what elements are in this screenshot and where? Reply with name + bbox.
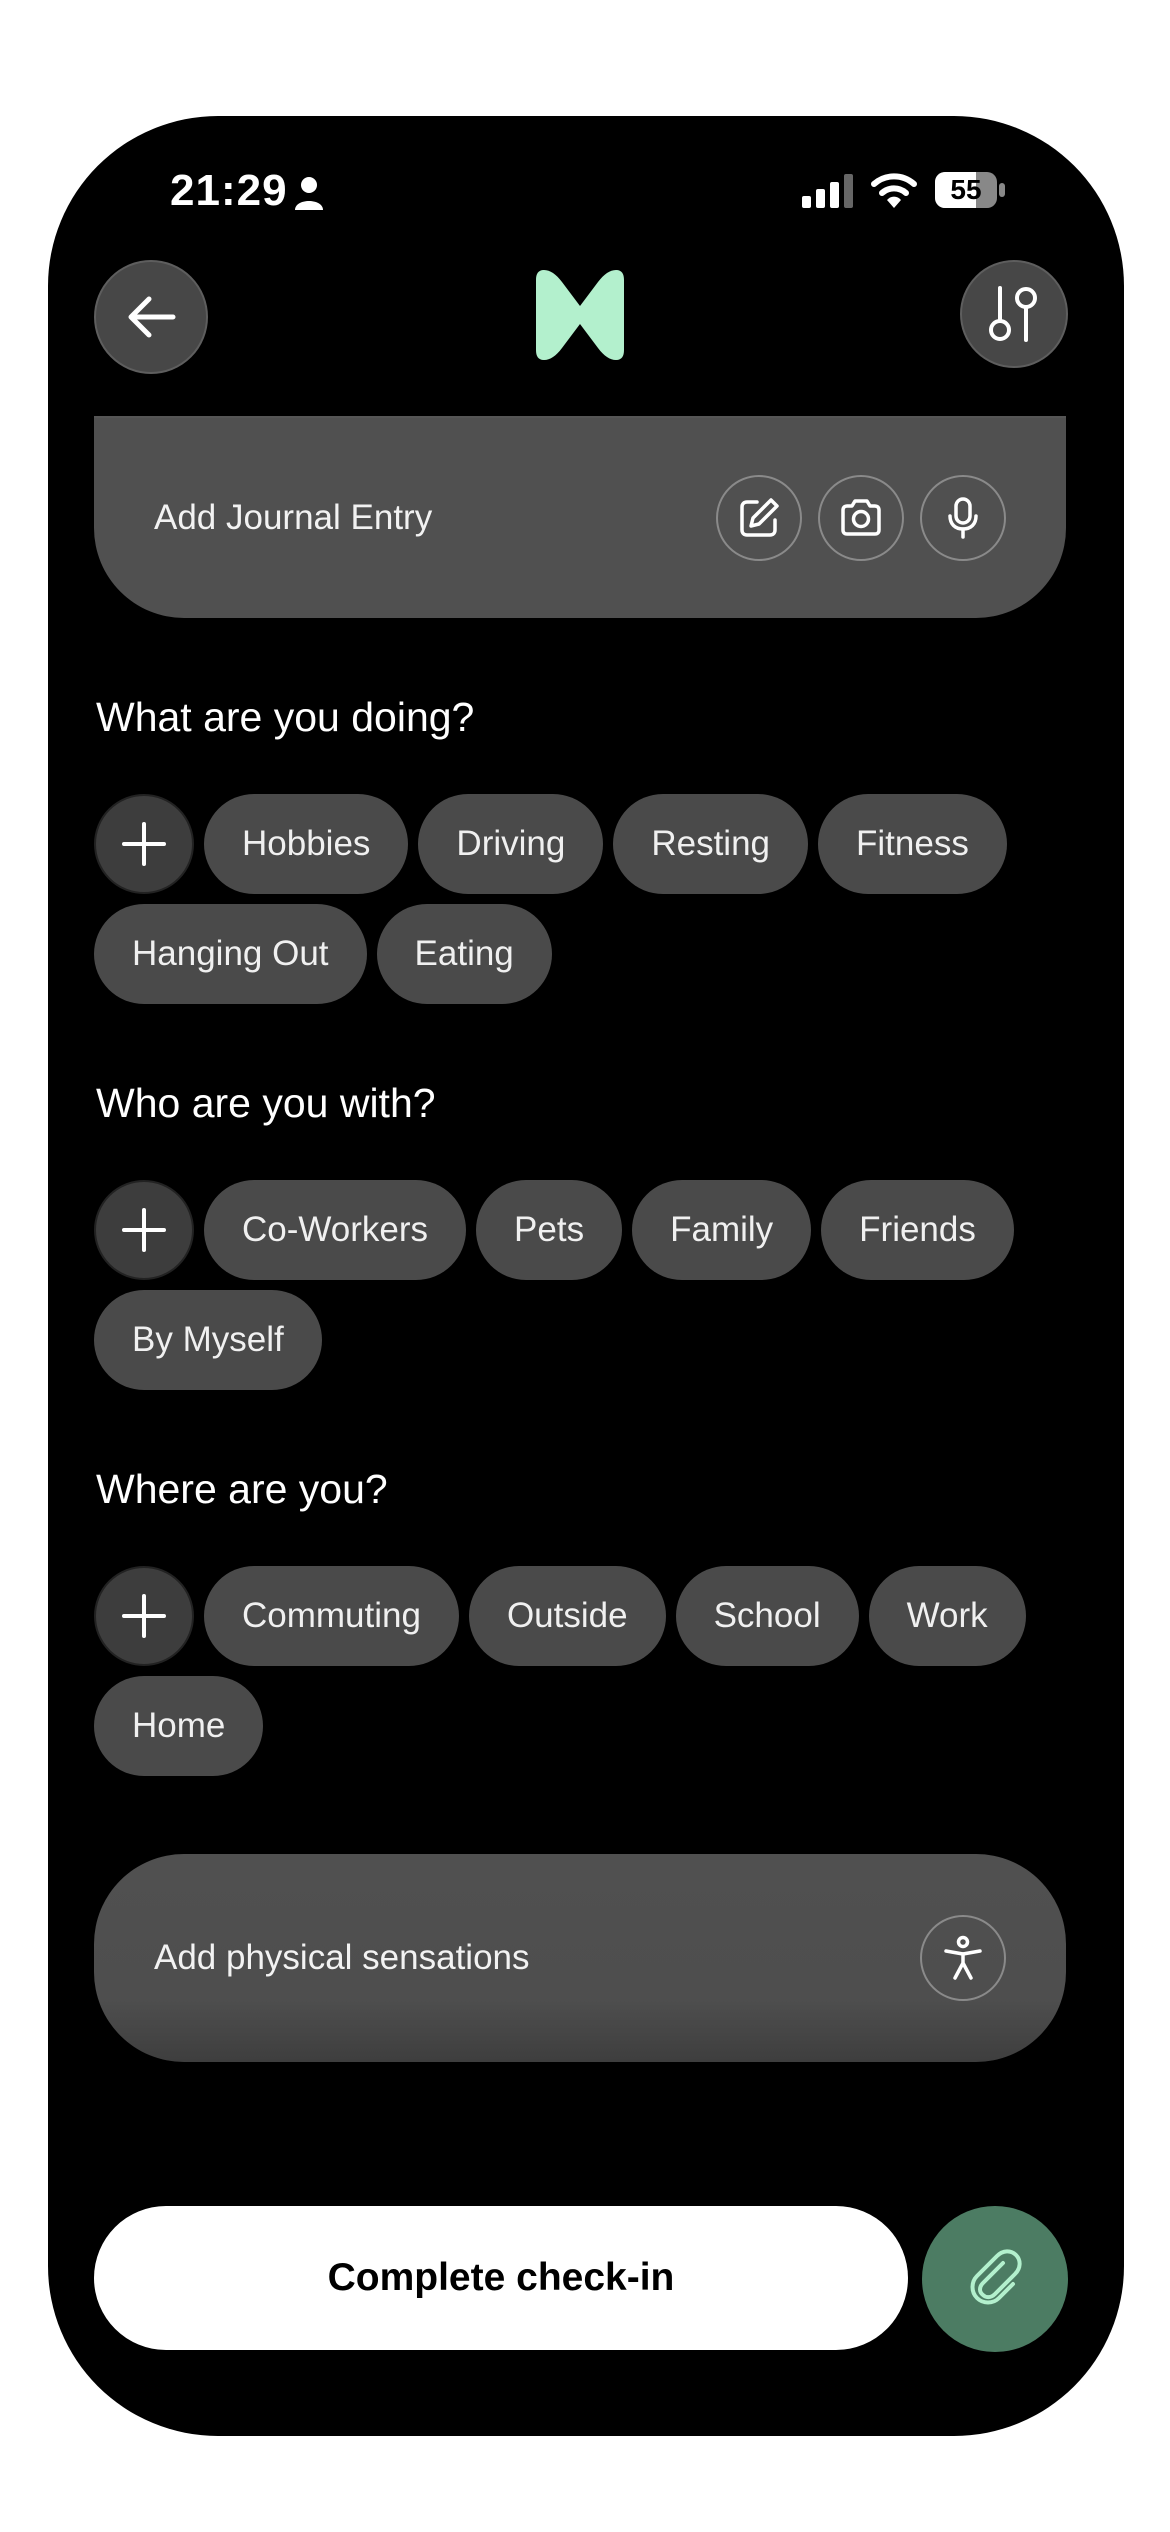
company-chips: Co-Workers Pets Family Friends By Myself [94, 1180, 1074, 1390]
chip-resting[interactable]: Resting [613, 794, 809, 894]
complete-check-in-button[interactable]: Complete check-in [94, 2206, 908, 2350]
person-icon [295, 177, 323, 210]
plus-icon [122, 822, 166, 866]
chip-outside[interactable]: Outside [468, 1566, 666, 1666]
chip-driving[interactable]: Driving [418, 794, 604, 894]
chip-hanging-out[interactable]: Hanging Out [94, 904, 367, 1004]
chip-by-myself[interactable]: By Myself [94, 1290, 322, 1390]
arrow-left-icon [128, 296, 176, 338]
chip-work[interactable]: Work [868, 1566, 1026, 1666]
chip-friends[interactable]: Friends [821, 1180, 1014, 1280]
edit-icon [740, 498, 779, 537]
app-logo-icon [536, 270, 624, 360]
sliders-icon [989, 286, 1037, 342]
phone-screen: 21:29 55 Add Journal Entry What are you … [48, 116, 1124, 2436]
camera-icon [841, 499, 881, 536]
signal-icon [802, 174, 853, 208]
chip-family[interactable]: Family [632, 1180, 812, 1280]
chip-commuting[interactable]: Commuting [204, 1566, 459, 1666]
company-title: Who are you with? [96, 1080, 436, 1126]
attach-button[interactable] [922, 2206, 1068, 2352]
battery-icon: 55 [934, 170, 1006, 210]
chip-hobbies[interactable]: Hobbies [204, 794, 409, 894]
chip-home[interactable]: Home [94, 1676, 264, 1776]
battery-level: 55 [950, 174, 982, 205]
paperclip-icon [970, 2249, 1022, 2305]
journal-entry-label: Add Journal Entry [154, 498, 433, 537]
microphone-button[interactable] [920, 475, 1006, 561]
physical-sensations-card[interactable]: Add physical sensations [94, 1854, 1066, 2062]
microphone-icon [948, 497, 978, 539]
back-button[interactable] [94, 260, 208, 374]
chip-co-workers[interactable]: Co-Workers [204, 1180, 467, 1280]
chip-pets[interactable]: Pets [476, 1180, 623, 1280]
edit-button[interactable] [716, 475, 802, 561]
activity-title: What are you doing? [96, 694, 475, 740]
chip-fitness[interactable]: Fitness [818, 794, 1007, 894]
add-location-button[interactable] [94, 1566, 194, 1666]
camera-button[interactable] [818, 475, 904, 561]
add-activity-button[interactable] [94, 794, 194, 894]
physical-sensations-label: Add physical sensations [154, 1938, 530, 1977]
plus-icon [122, 1208, 166, 1252]
journal-entry-card[interactable]: Add Journal Entry [94, 418, 1066, 618]
plus-icon [122, 1594, 166, 1638]
add-company-button[interactable] [94, 1180, 194, 1280]
activity-chips: Hobbies Driving Resting Fitness Hanging … [94, 794, 1074, 1004]
wifi-icon [871, 173, 917, 208]
location-title: Where are you? [96, 1466, 388, 1512]
body-icon [944, 1935, 982, 1980]
filter-button[interactable] [960, 260, 1068, 368]
status-time: 21:29 [170, 166, 288, 215]
chip-eating[interactable]: Eating [376, 904, 552, 1004]
location-chips: Commuting Outside School Work Home [94, 1566, 1074, 1776]
chip-school[interactable]: School [675, 1566, 859, 1666]
body-button[interactable] [920, 1915, 1006, 2001]
